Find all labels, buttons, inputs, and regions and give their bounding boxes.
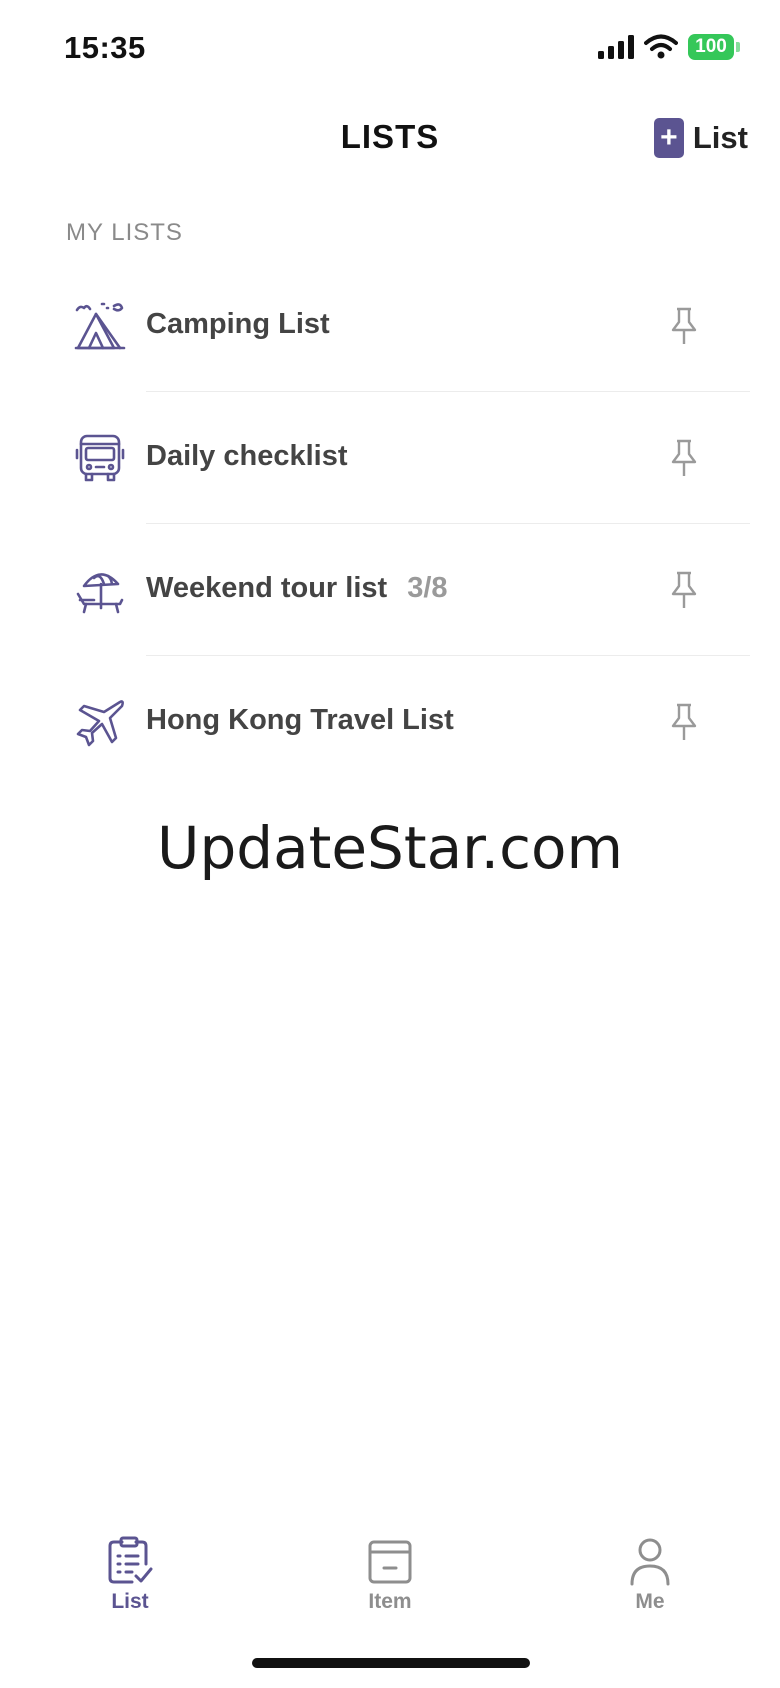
add-list-button[interactable]: + List [653,118,748,158]
battery-level: 100 [688,34,734,60]
add-list-label: List [692,120,748,155]
airplane-icon [76,700,124,747]
pin-icon[interactable] [668,306,700,346]
signal-icon [598,35,634,59]
list-item-daily[interactable]: Daily checklist [0,392,780,524]
tab-label: List [111,1590,149,1613]
list-item-label: Weekend tour list 3/8 [146,572,448,604]
status-bar: 15:35 100 [0,0,780,100]
tent-icon [74,302,126,350]
tab-list[interactable]: List [60,1520,200,1614]
person-icon [630,1538,670,1586]
battery-icon: 100 [688,34,740,60]
status-time: 15:35 [64,30,146,65]
tab-item[interactable]: Item [320,1520,460,1614]
tab-label: Me [635,1590,665,1613]
pin-icon[interactable] [668,438,700,478]
wifi-icon [644,34,678,59]
tab-label: Item [368,1590,412,1613]
bus-icon [75,434,125,482]
my-lists: Camping List Daily checklist Weekend tou… [0,260,780,788]
pin-icon[interactable] [668,570,700,610]
home-indicator [252,1658,530,1668]
list-item-label: Hong Kong Travel List [146,704,454,736]
progress-count: 3/8 [407,572,448,604]
status-icons: 100 [598,34,740,60]
watermark: UpdateStar.com [157,814,623,882]
list-item-hong-kong[interactable]: Hong Kong Travel List [0,656,780,788]
plus-icon: + [653,118,684,158]
tab-me[interactable]: Me [580,1520,720,1614]
checklist-icon [108,1536,153,1584]
tab-bar: List Item Me [0,1520,780,1640]
list-item-weekend[interactable]: Weekend tour list 3/8 [0,524,780,656]
list-item-camping[interactable]: Camping List [0,260,780,392]
list-item-label: Daily checklist [146,440,348,472]
pin-icon[interactable] [668,702,700,742]
list-item-label: Camping List [146,308,330,340]
box-icon [368,1540,412,1584]
section-header: MY LISTS [66,219,183,246]
beach-umbrella-icon [76,573,124,614]
